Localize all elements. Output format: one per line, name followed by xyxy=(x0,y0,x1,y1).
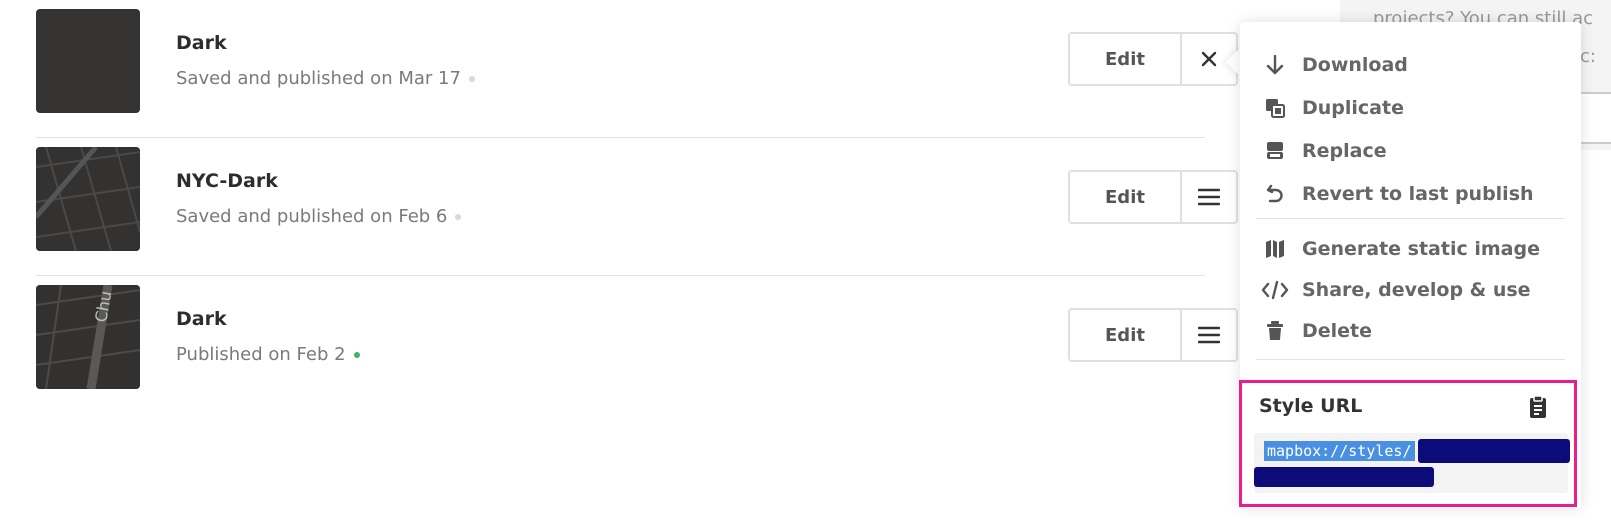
download-icon xyxy=(1260,53,1290,77)
code-icon xyxy=(1260,278,1290,302)
menu-item-label: Download xyxy=(1302,54,1408,76)
style-row: NYC-Dark Saved and published on Feb 6 Ed… xyxy=(36,138,1238,276)
edit-button[interactable]: Edit xyxy=(1070,34,1182,84)
menu-item-download[interactable]: Download xyxy=(1260,50,1408,80)
menu-item-duplicate[interactable]: Duplicate xyxy=(1260,93,1404,123)
style-url-text: mapbox://styles/ xyxy=(1264,441,1415,461)
style-name[interactable]: Dark xyxy=(176,308,227,330)
redaction-mark xyxy=(1418,439,1570,463)
background-text-2: c: xyxy=(1580,46,1596,67)
menu-item-share[interactable]: Share, develop & use xyxy=(1260,275,1531,305)
style-actions: Edit xyxy=(1068,308,1238,362)
style-status-text: Saved and published on Mar 17 xyxy=(176,68,461,89)
duplicate-icon xyxy=(1260,96,1290,120)
menu-icon xyxy=(1198,326,1220,344)
style-thumbnail[interactable] xyxy=(36,147,140,251)
replace-icon xyxy=(1260,139,1290,163)
style-status: Saved and published on Mar 17 xyxy=(176,68,475,89)
menu-button[interactable] xyxy=(1182,172,1236,222)
close-icon xyxy=(1201,51,1217,67)
published-dot xyxy=(353,352,360,358)
street-map-thumbnail xyxy=(36,147,140,251)
style-thumbnail[interactable]: Chu xyxy=(36,285,140,389)
style-name[interactable]: NYC-Dark xyxy=(176,170,278,192)
menu-divider xyxy=(1256,218,1565,219)
menu-item-label: Generate static image xyxy=(1302,238,1540,260)
style-name[interactable]: Dark xyxy=(176,32,227,54)
menu-item-label: Share, develop & use xyxy=(1302,279,1531,301)
style-status-text: Published on Feb 2 xyxy=(176,344,346,365)
menu-button[interactable] xyxy=(1182,310,1236,360)
menu-divider xyxy=(1256,359,1565,360)
street-map-thumbnail: Chu xyxy=(36,285,140,389)
style-thumbnail[interactable] xyxy=(36,9,140,113)
style-row: Dark Saved and published on Mar 17 Edit xyxy=(36,0,1238,138)
menu-item-label: Delete xyxy=(1302,320,1373,342)
style-list: Dark Saved and published on Mar 17 Edit xyxy=(36,0,1238,413)
menu-icon xyxy=(1198,188,1220,206)
redaction-mark xyxy=(1254,467,1434,487)
clipboard-icon[interactable] xyxy=(1528,395,1548,423)
edit-button[interactable]: Edit xyxy=(1070,172,1182,222)
style-actions: Edit xyxy=(1068,170,1238,224)
style-url-section: Style URL mapbox://styles/ xyxy=(1239,380,1577,507)
map-icon xyxy=(1260,237,1290,261)
menu-item-label: Replace xyxy=(1302,140,1387,162)
revert-icon xyxy=(1260,182,1290,206)
menu-item-label: Duplicate xyxy=(1302,97,1404,119)
menu-item-replace[interactable]: Replace xyxy=(1260,136,1387,166)
style-url-title: Style URL xyxy=(1259,395,1363,417)
menu-item-label: Revert to last publish xyxy=(1302,183,1534,205)
style-url-field[interactable]: mapbox://styles/ xyxy=(1254,433,1570,493)
menu-item-delete[interactable]: Delete xyxy=(1260,316,1372,346)
style-actions: Edit xyxy=(1068,32,1238,86)
style-status: Published on Feb 2 xyxy=(176,344,360,365)
trash-icon xyxy=(1260,319,1290,343)
style-status: Saved and published on Feb 6 xyxy=(176,206,462,227)
edit-button[interactable]: Edit xyxy=(1070,310,1182,360)
menu-item-revert[interactable]: Revert to last publish xyxy=(1260,179,1534,209)
status-dot xyxy=(468,76,475,82)
menu-item-static-image[interactable]: Generate static image xyxy=(1260,234,1540,264)
status-dot xyxy=(455,214,462,220)
style-row: Chu Dark Published on Feb 2 Edit xyxy=(36,276,1238,413)
style-status-text: Saved and published on Feb 6 xyxy=(176,206,448,227)
